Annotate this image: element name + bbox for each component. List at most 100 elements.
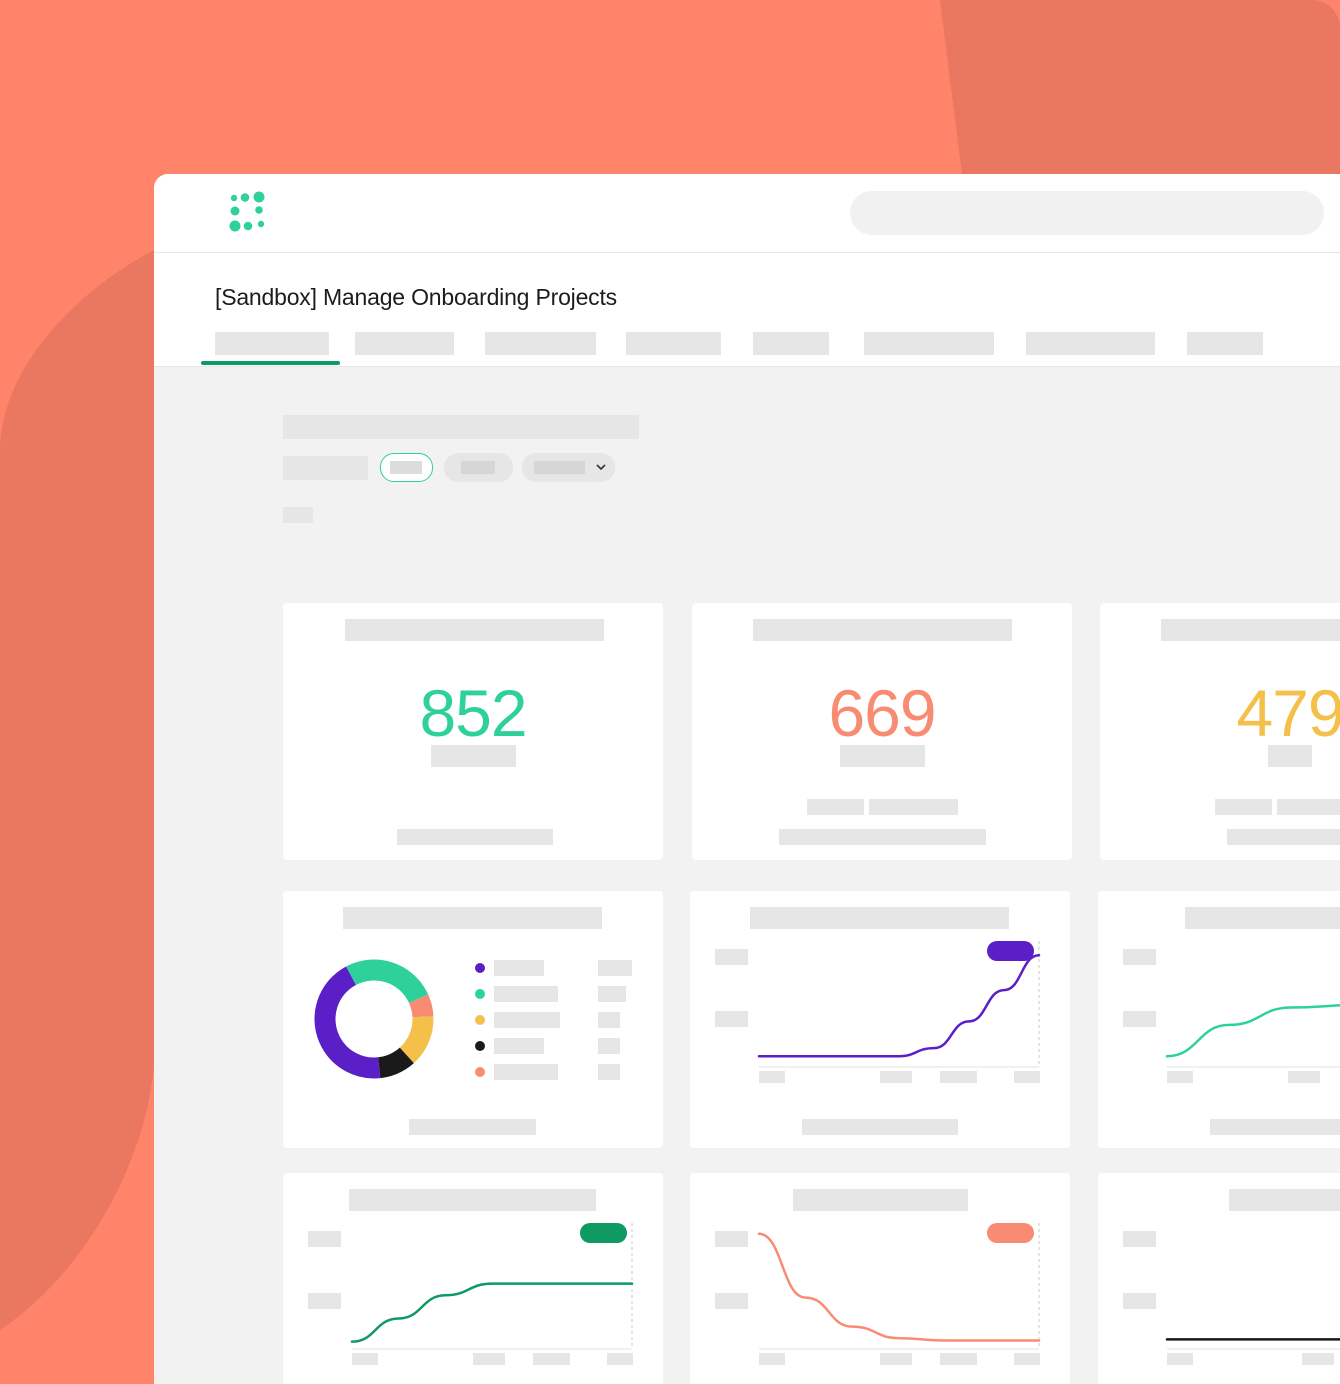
- filter-chip-active[interactable]: [380, 453, 433, 482]
- chevron-down-icon: [596, 464, 606, 471]
- x-tick-label: [1167, 1071, 1193, 1083]
- tab-7[interactable]: [1026, 332, 1155, 355]
- app-window: [Sandbox] Manage Onboarding Projects 852…: [154, 174, 1340, 1384]
- y-tick-label: [1123, 1011, 1156, 1027]
- y-tick-label: [715, 949, 748, 965]
- line-chart: [1123, 1231, 1340, 1365]
- kpi-sub-value: [869, 799, 958, 815]
- series-line: [1165, 1338, 1340, 1341]
- filter-dropdown[interactable]: [522, 453, 615, 482]
- kpi-sub-value: [1277, 799, 1340, 815]
- y-tick-label: [1123, 949, 1156, 965]
- legend-label: [494, 986, 558, 1002]
- legend-swatch: [475, 1015, 485, 1025]
- card-footer: [1210, 1119, 1340, 1135]
- top-bar: [154, 174, 1340, 253]
- x-tick-label: [940, 1071, 977, 1083]
- chart-card-line[interactable]: [690, 1173, 1070, 1384]
- tab-4[interactable]: [626, 332, 721, 355]
- tab-3[interactable]: [485, 332, 596, 355]
- legend-swatch: [475, 989, 485, 999]
- kpi-card[interactable]: 479: [1100, 603, 1340, 860]
- results-count: [283, 507, 313, 523]
- card-footer: [409, 1119, 536, 1135]
- line-chart: [308, 1223, 634, 1365]
- legend-value: [598, 960, 632, 976]
- card-footer: [802, 1119, 958, 1135]
- x-tick-label: [759, 1353, 785, 1365]
- filter-label: [283, 456, 368, 480]
- chart-card-line[interactable]: [690, 891, 1070, 1148]
- dashboard-title: [283, 415, 639, 439]
- legend-value: [598, 986, 626, 1002]
- line-chart: [1123, 949, 1340, 1083]
- x-tick-label: [1014, 1071, 1040, 1083]
- kpi-sub-label: [1215, 799, 1272, 815]
- filter-dropdown-label: [534, 461, 585, 474]
- value-badge: [987, 1223, 1034, 1243]
- x-tick-label: [880, 1071, 912, 1083]
- value-badge: [987, 941, 1034, 961]
- filter-chip-label: [461, 461, 495, 474]
- legend-swatch: [475, 963, 485, 973]
- y-tick-label: [1123, 1231, 1156, 1247]
- kpi-value: 852: [419, 676, 527, 750]
- chart-card-line[interactable]: [1098, 891, 1340, 1148]
- page-header: [Sandbox] Manage Onboarding Projects: [154, 253, 1340, 367]
- legend-label: [494, 1038, 544, 1054]
- x-tick-label: [1014, 1353, 1040, 1365]
- line-chart: [715, 941, 1041, 1083]
- y-tick-label: [715, 1293, 748, 1309]
- x-tick-label: [533, 1353, 570, 1365]
- page-title: [Sandbox] Manage Onboarding Projects: [215, 284, 617, 310]
- x-tick-label: [1302, 1353, 1334, 1365]
- kpi-value: 669: [828, 676, 936, 750]
- dot-grid-logo-icon[interactable]: [228, 190, 272, 234]
- kpi-label: [840, 745, 925, 767]
- card-title: [345, 619, 604, 641]
- active-tab-indicator: [201, 361, 340, 365]
- legend-swatch: [475, 1067, 485, 1077]
- kpi-card[interactable]: 669: [692, 603, 1072, 860]
- card-title: [753, 619, 1012, 641]
- x-tick-label: [880, 1353, 912, 1365]
- y-tick-label: [715, 1011, 748, 1027]
- card-footer: [779, 829, 986, 845]
- card-title: [1161, 619, 1340, 641]
- chart-card-donut[interactable]: [283, 891, 663, 1148]
- card-footer: [397, 829, 553, 845]
- x-tick-label: [1288, 1071, 1320, 1083]
- legend-value: [598, 1038, 620, 1054]
- tab-8[interactable]: [1187, 332, 1263, 355]
- x-tick-label: [940, 1353, 977, 1365]
- legend-label: [494, 1012, 560, 1028]
- chart-card-line[interactable]: [283, 1173, 663, 1384]
- value-badge: [580, 1223, 627, 1243]
- tab-1[interactable]: [215, 332, 329, 355]
- card-footer: [1227, 829, 1340, 845]
- kpi-sub-label: [807, 799, 864, 815]
- kpi-label: [431, 745, 516, 767]
- kpi-card[interactable]: 852: [283, 603, 663, 860]
- donut-chart: [314, 959, 632, 1080]
- series-line: [757, 1232, 1041, 1342]
- y-tick-label: [308, 1231, 341, 1247]
- line-chart: [715, 1223, 1041, 1365]
- legend-value: [598, 1064, 620, 1080]
- chart-card-line[interactable]: [1098, 1173, 1340, 1384]
- legend-value: [598, 1012, 620, 1028]
- tab-5[interactable]: [753, 332, 829, 355]
- legend-label: [494, 1064, 558, 1080]
- legend-swatch: [475, 1041, 485, 1051]
- series-line: [350, 1282, 634, 1343]
- x-tick-label: [607, 1353, 633, 1365]
- y-tick-label: [715, 1231, 748, 1247]
- tab-2[interactable]: [355, 332, 454, 355]
- tab-6[interactable]: [864, 332, 994, 355]
- filter-chip[interactable]: [444, 453, 513, 482]
- search-input[interactable]: [850, 191, 1324, 235]
- filter-chip-label: [390, 461, 422, 474]
- x-tick-label: [352, 1353, 378, 1365]
- x-tick-label: [1167, 1353, 1193, 1365]
- kpi-value: 479: [1236, 676, 1340, 750]
